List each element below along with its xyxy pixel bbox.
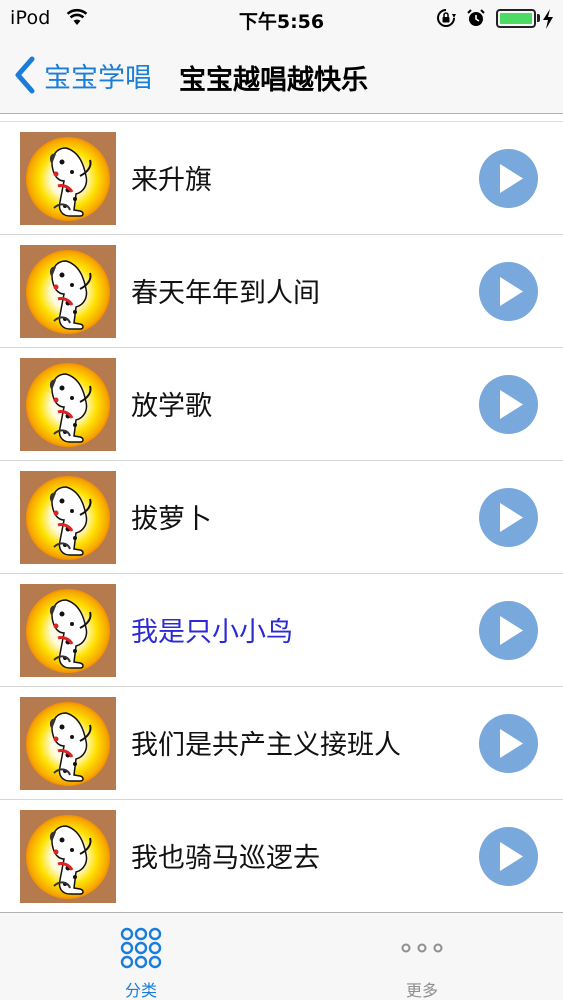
song-list[interactable]: 来升旗 春天年年到人间 放学歌 拔萝卜 我是只小小鸟 我们是共产主义接班人 我也… (0, 122, 563, 912)
play-button[interactable] (479, 262, 538, 321)
song-title: 放学歌 (131, 391, 212, 422)
tab-categories-label: 分类 (124, 981, 157, 1000)
list-top-divider (0, 115, 563, 122)
battery-cap (537, 14, 540, 22)
page-title: 宝宝越唱越快乐 (179, 65, 368, 96)
tab-categories[interactable]: 分类 (81, 913, 201, 1000)
song-thumbnail (20, 697, 116, 790)
song-title: 来升旗 (131, 165, 212, 196)
play-button[interactable] (479, 714, 538, 773)
dalmatian-icon (49, 147, 92, 217)
song-row[interactable]: 我也骑马巡逻去 (0, 800, 563, 912)
dalmatian-icon (49, 825, 92, 895)
grid-icon (120, 927, 162, 969)
dalmatian-icon (49, 712, 92, 782)
play-icon (500, 616, 523, 645)
tab-bar: 分类 更多 (0, 912, 563, 1000)
song-thumbnail (20, 132, 116, 225)
play-icon (500, 164, 523, 193)
charging-bolt-icon (543, 9, 553, 29)
song-row[interactable]: 放学歌 (0, 348, 563, 461)
play-button[interactable] (479, 149, 538, 208)
song-thumbnail (20, 358, 116, 451)
song-row[interactable]: 我们是共产主义接班人 (0, 687, 563, 800)
dalmatian-icon (49, 373, 92, 443)
song-thumbnail (20, 471, 116, 564)
song-title: 拔萝卜 (131, 504, 212, 535)
play-icon (500, 842, 523, 871)
dalmatian-icon (49, 599, 92, 669)
song-thumbnail (20, 584, 116, 677)
play-icon (500, 503, 523, 532)
song-row[interactable]: 我是只小小鸟 (0, 574, 563, 687)
chevron-left-icon (15, 56, 35, 94)
alarm-icon (467, 9, 485, 26)
orientation-lock-icon (437, 9, 456, 27)
back-button-label: 宝宝学唱 (44, 62, 152, 94)
song-title: 我们是共产主义接班人 (131, 730, 401, 761)
play-button[interactable] (479, 375, 538, 434)
play-icon (500, 277, 523, 306)
play-button[interactable] (479, 488, 538, 547)
song-row[interactable]: 来升旗 (0, 122, 563, 235)
tab-more[interactable]: 更多 (362, 913, 482, 1000)
back-button[interactable]: 宝宝学唱 (12, 53, 152, 97)
play-icon (500, 390, 523, 419)
battery-icon (496, 9, 536, 28)
song-thumbnail (20, 245, 116, 338)
song-row[interactable]: 春天年年到人间 (0, 235, 563, 348)
song-title: 春天年年到人间 (131, 278, 320, 309)
dalmatian-icon (49, 486, 92, 556)
play-icon (500, 729, 523, 758)
navigation-bar: 宝宝学唱 宝宝越唱越快乐 (0, 38, 563, 114)
song-thumbnail (20, 810, 116, 903)
more-dots-icon (401, 943, 443, 953)
song-title: 我也骑马巡逻去 (131, 843, 320, 874)
tab-more-label: 更多 (405, 981, 438, 1000)
battery-fill (500, 13, 532, 24)
song-row[interactable]: 拔萝卜 (0, 461, 563, 574)
dalmatian-icon (49, 260, 92, 330)
play-button[interactable] (479, 827, 538, 886)
status-bar: iPod 下午5:56 (0, 0, 563, 38)
song-title: 我是只小小鸟 (131, 617, 293, 648)
play-button[interactable] (479, 601, 538, 660)
